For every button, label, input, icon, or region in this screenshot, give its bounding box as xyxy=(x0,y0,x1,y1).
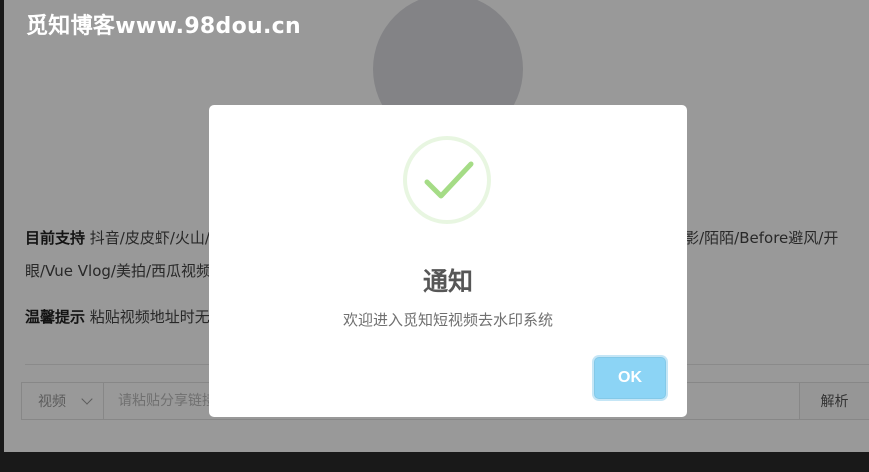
notification-modal: 通知 欢迎进入觅知短视频去水印系统 OK xyxy=(209,105,687,417)
checkmark-icon xyxy=(424,161,474,199)
watermark: 觅知博客www.98dou.cn xyxy=(26,14,301,39)
ok-button[interactable]: OK xyxy=(594,357,666,399)
modal-title: 通知 xyxy=(422,267,473,296)
modal-message: 欢迎进入觅知短视频去水印系统 xyxy=(342,311,553,329)
success-circle xyxy=(403,136,491,224)
